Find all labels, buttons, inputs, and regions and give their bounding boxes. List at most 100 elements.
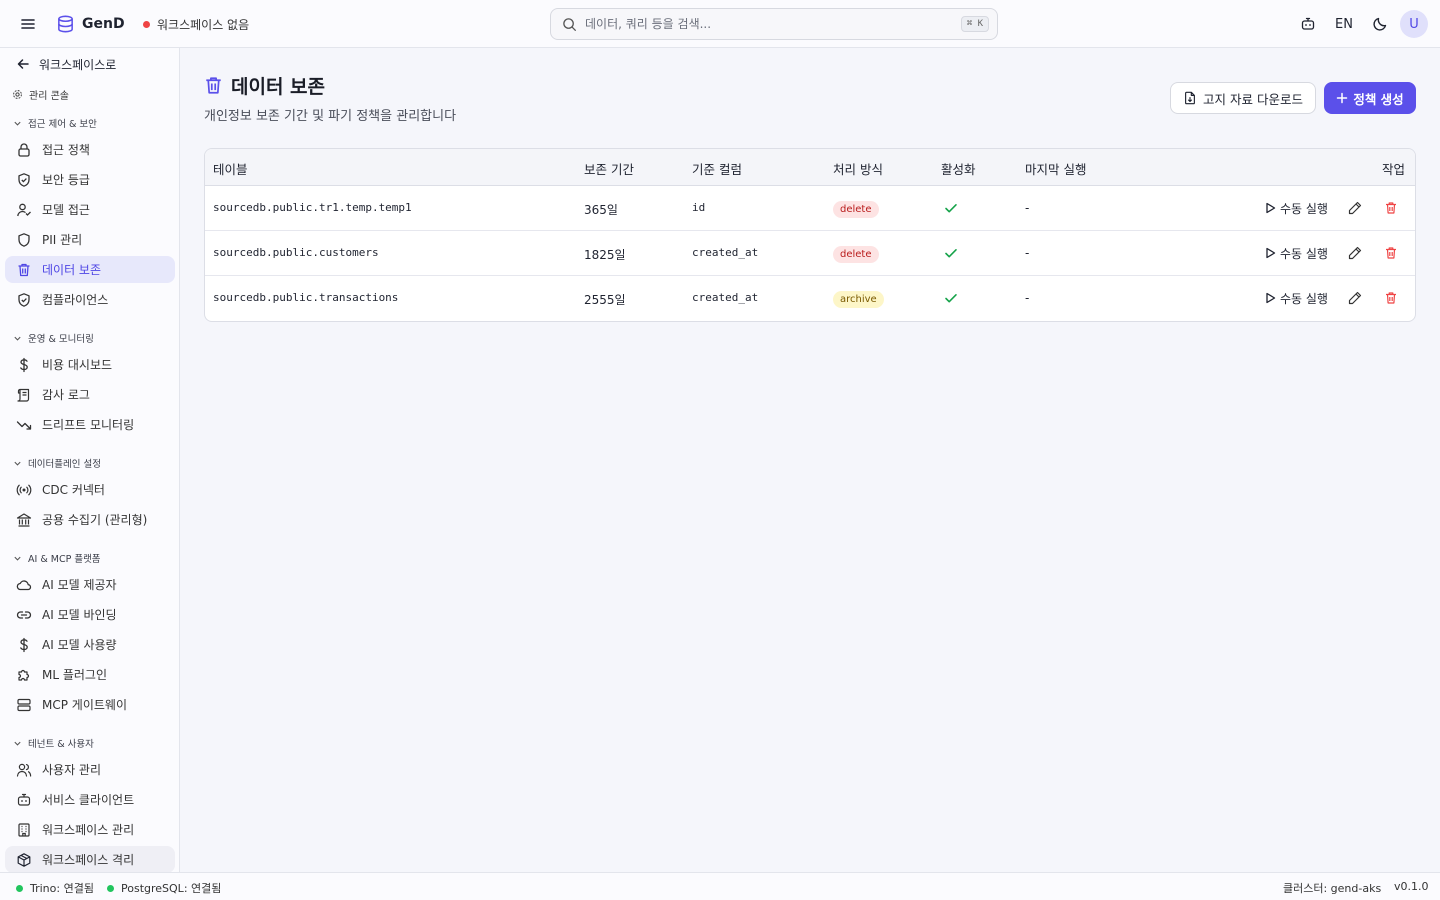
- search-shortcut: ⌘ K: [960, 16, 989, 32]
- sidebar-item-service-client[interactable]: 서비스 클라이언트: [5, 786, 175, 813]
- download-notice-button[interactable]: 고지 자료 다운로드: [1170, 82, 1316, 114]
- bot-icon: [17, 793, 31, 806]
- moon-icon: [1373, 17, 1387, 31]
- shield-check-icon: [18, 292, 30, 307]
- trash-icon: [206, 77, 221, 94]
- sidebar-item-data-retention[interactable]: 데이터 보존: [5, 256, 175, 283]
- last-run: -: [1025, 291, 1030, 305]
- bank-icon: [16, 512, 32, 527]
- sidebar-item-ml-plugin[interactable]: ML 플러그인: [5, 661, 175, 688]
- group-dataplane[interactable]: 데이터플레인 설정: [13, 455, 101, 471]
- plus-icon: [1337, 92, 1348, 104]
- menu-icon[interactable]: [18, 14, 38, 34]
- sidebar-item-pii[interactable]: PII 관리: [5, 226, 175, 253]
- play-icon: [1266, 292, 1276, 304]
- chevron-down-icon: [14, 336, 21, 341]
- check-icon: [945, 249, 957, 258]
- puzzle-icon: [18, 669, 30, 681]
- sidebar-item-security-level[interactable]: 보안 등급: [5, 166, 175, 193]
- method-badge: delete: [833, 246, 879, 263]
- method-badge: delete: [833, 201, 879, 218]
- retention-period: 365일: [584, 203, 618, 217]
- status-dot: [16, 884, 23, 892]
- column-header: 보존 기간: [584, 162, 634, 177]
- search-icon: [563, 17, 576, 31]
- scroll-icon: [17, 388, 30, 402]
- top-bar: GenD 워크스페이스 없음 ⌘ K EN U: [0, 0, 1440, 48]
- sidebar-item-user-management[interactable]: 사용자 관리: [5, 756, 175, 783]
- status-dot: [107, 884, 114, 892]
- server-icon: [17, 698, 31, 711]
- base-column: id: [692, 201, 706, 214]
- chevron-down-icon: [14, 461, 21, 466]
- column-header: 처리 방식: [833, 162, 883, 177]
- global-search[interactable]: ⌘ K: [550, 8, 998, 40]
- last-run: -: [1025, 201, 1030, 215]
- sidebar-item-ai-usage[interactable]: AI 모델 사용량: [5, 631, 175, 658]
- back-to-workspace-link[interactable]: 워크스페이스로: [16, 54, 116, 74]
- delete-icon[interactable]: [1383, 290, 1399, 306]
- sidebar-item-workspace-isolation[interactable]: 워크스페이스 격리: [5, 846, 175, 872]
- manual-run-button[interactable]: 수동 실행: [1265, 199, 1328, 217]
- column-header: 테이블: [213, 162, 248, 177]
- sidebar-item-workspace-management[interactable]: 워크스페이스 관리: [5, 816, 175, 843]
- box-icon: [17, 852, 31, 867]
- edit-icon[interactable]: [1347, 245, 1363, 261]
- sidebar-item-compliance[interactable]: 컴플라이언스: [5, 286, 175, 313]
- sidebar-item-mcp-gateway[interactable]: MCP 게이트웨이: [5, 691, 175, 718]
- cloud-icon: [16, 579, 32, 590]
- manual-run-button[interactable]: 수동 실행: [1265, 289, 1328, 307]
- app-logo[interactable]: GenD: [56, 13, 125, 35]
- column-header: 마지막 실행: [1025, 162, 1087, 177]
- edit-icon[interactable]: [1347, 290, 1363, 306]
- sidebar-item-audit-log[interactable]: 감사 로그: [5, 381, 175, 408]
- radio-icon: [16, 484, 32, 495]
- arrow-left-icon: [17, 59, 29, 69]
- gear-icon: [13, 89, 22, 99]
- sidebar-item-ai-provider[interactable]: AI 모델 제공자: [5, 571, 175, 598]
- search-input[interactable]: [585, 17, 961, 31]
- table-row: sourcedb.public.customers 1825일 created_…: [205, 231, 1415, 276]
- manual-run-button[interactable]: 수동 실행: [1265, 244, 1328, 262]
- table-name: sourcedb.public.customers: [213, 246, 379, 259]
- chevron-down-icon: [14, 121, 21, 126]
- shield-icon: [18, 232, 30, 247]
- language-toggle[interactable]: EN: [1330, 10, 1358, 38]
- file-download-icon: [1185, 91, 1195, 105]
- cluster-label: 클러스터: gend-aks: [1283, 882, 1382, 895]
- assistant-button[interactable]: [1296, 10, 1320, 38]
- status-bar: Trino: 연결됨 PostgreSQL: 연결됨 클러스터: gend-ak…: [0, 872, 1440, 900]
- theme-toggle[interactable]: [1368, 10, 1392, 38]
- chevron-down-icon: [14, 741, 21, 746]
- create-policy-button[interactable]: 정책 생성: [1324, 82, 1416, 114]
- avatar[interactable]: U: [1400, 10, 1428, 38]
- edit-icon[interactable]: [1347, 200, 1363, 216]
- retention-period: 1825일: [584, 248, 626, 262]
- retention-policy-table: 테이블 보존 기간 기준 컬럼 처리 방식 활성화 마지막 실행 작업 sour…: [204, 148, 1416, 322]
- trino-status: Trino: 연결됨: [16, 880, 94, 896]
- shield-check-icon: [18, 172, 30, 187]
- delete-icon[interactable]: [1383, 245, 1399, 261]
- sidebar-item-drift-monitoring[interactable]: 드리프트 모니터링: [5, 411, 175, 438]
- group-tenants-users[interactable]: 테넌트 & 사용자: [13, 735, 94, 751]
- group-access-security[interactable]: 접근 제어 & 보안: [13, 115, 97, 131]
- sidebar-item-managed-collector[interactable]: 공용 수집기 (관리형): [5, 506, 175, 533]
- base-column: created_at: [692, 291, 759, 304]
- trash-icon: [18, 263, 30, 276]
- group-ai-mcp[interactable]: AI & MCP 플랫폼: [13, 550, 101, 566]
- sidebar-item-cdc-connector[interactable]: CDC 커넥터: [5, 476, 175, 503]
- delete-icon[interactable]: [1383, 200, 1399, 216]
- sidebar-item-cost-dashboard[interactable]: 비용 대시보드: [5, 351, 175, 378]
- workspace-status-label: 워크스페이스 없음: [157, 17, 250, 32]
- building-icon: [18, 822, 30, 837]
- sidebar-item-model-access[interactable]: 모델 접근: [5, 196, 175, 223]
- page-title: 데이터 보존: [231, 76, 326, 98]
- database-icon: [58, 15, 73, 33]
- check-icon: [945, 204, 957, 213]
- group-operations[interactable]: 운영 & 모니터링: [13, 330, 94, 346]
- sidebar-item-access-policy[interactable]: 접근 정책: [5, 136, 175, 163]
- workspace-status[interactable]: 워크스페이스 없음: [143, 15, 249, 33]
- sidebar-item-ai-binding[interactable]: AI 모델 바인딩: [5, 601, 175, 628]
- column-header: 기준 컬럼: [692, 162, 742, 177]
- bot-icon: [1301, 17, 1315, 30]
